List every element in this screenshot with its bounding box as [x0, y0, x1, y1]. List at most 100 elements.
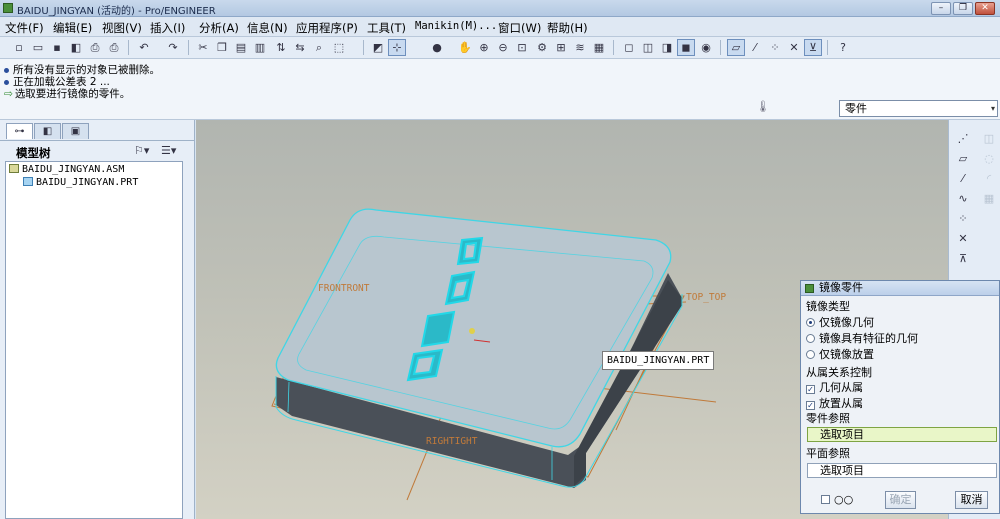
checkbox-icon[interactable]	[821, 495, 830, 504]
context-help-icon[interactable]: ?	[834, 39, 852, 56]
menu-file[interactable]: 文件(F)	[5, 20, 44, 36]
save-copy-icon[interactable]: ◧	[67, 39, 85, 56]
minimize-button[interactable]: –	[931, 2, 951, 15]
message-line: ⇨ 选取要进行镜像的零件。	[4, 88, 131, 100]
shading-icon[interactable]: ●	[428, 39, 446, 56]
copy-icon[interactable]: ❐	[213, 39, 231, 56]
model-tree-title: 模型树	[16, 146, 51, 160]
assembly-icon	[9, 164, 19, 173]
sweep-icon: ◜	[986, 171, 992, 185]
csys-icon[interactable]: ✕	[955, 230, 971, 246]
open-icon[interactable]: ▭	[29, 39, 47, 56]
menu-edit[interactable]: 编辑(E)	[53, 20, 92, 36]
selection-filter-dropdown[interactable]: 零件 ▾	[839, 100, 998, 117]
manager-icon[interactable]: ⇆	[291, 39, 309, 56]
check-placement-dependent[interactable]: ✓ 放置从属	[806, 395, 863, 411]
spin-icon[interactable]: ✋	[456, 39, 474, 56]
datum-points-icon[interactable]: ⁘	[766, 39, 784, 56]
hidden-line-icon[interactable]: ◫	[639, 39, 657, 56]
layer-tab[interactable]: ◧	[34, 123, 61, 139]
redo-icon[interactable]: ↷	[164, 39, 182, 56]
view-manager-icon[interactable]: ⚙	[533, 39, 551, 56]
dependency-control-label: 从属关系控制	[806, 366, 872, 379]
tree-node-prt[interactable]: BAIDU_JINGYAN.PRT	[23, 177, 138, 188]
datum-axis-icon[interactable]: ⁄	[955, 170, 971, 186]
plane-reference-label: 平面参照	[806, 447, 850, 460]
no-hidden-icon[interactable]: ◨	[658, 39, 676, 56]
datum-display-icon[interactable]: ⊹	[388, 39, 406, 56]
cut-icon[interactable]: ✂	[194, 39, 212, 56]
app-icon	[3, 3, 13, 13]
regenerate-icon[interactable]: ⇅	[272, 39, 290, 56]
plane-reference-collector[interactable]: 选取项目	[807, 463, 997, 478]
layers-icon[interactable]: ≋	[571, 39, 589, 56]
shaded-icon[interactable]: ◼	[677, 39, 695, 56]
radio-icon[interactable]	[806, 350, 815, 359]
datum-sphere-icon[interactable]: ◉	[697, 39, 715, 56]
spin-center-icon[interactable]: ⊻	[804, 39, 822, 56]
menu-analysis[interactable]: 分析(A)	[199, 20, 239, 36]
zoom-window-icon[interactable]: ⊡	[513, 39, 531, 56]
paste-special-icon[interactable]: ▥	[251, 39, 269, 56]
tree-node-asm[interactable]: BAIDU_JINGYAN.ASM	[9, 164, 124, 175]
model-tree[interactable]: BAIDU_JINGYAN.ASM BAIDU_JINGYAN.PRT	[5, 161, 183, 519]
tree-columns-icon[interactable]: ☰▾	[161, 144, 176, 157]
close-button[interactable]: ✕	[975, 2, 995, 15]
datum-plane-icon[interactable]: ⋰	[955, 130, 971, 146]
mirror-part-dialog: 镜像零件 镜像类型 仅镜像几何 镜像具有特征的几何 仅镜像放置 从属关系控制 ✓…	[800, 280, 1000, 514]
radio-selected-icon[interactable]	[806, 318, 815, 327]
part-reference-collector[interactable]: 选取项目	[807, 427, 997, 442]
saved-views-icon[interactable]: ⊞	[552, 39, 570, 56]
chevron-down-icon: ▾	[990, 104, 995, 113]
menu-window[interactable]: 窗口(W)	[498, 20, 541, 36]
zoom-out-icon[interactable]: ⊖	[494, 39, 512, 56]
option-mirror-with-features[interactable]: 镜像具有特征的几何	[806, 330, 918, 346]
undo-icon[interactable]: ↶	[135, 39, 153, 56]
datum-axes-icon[interactable]: ⁄	[746, 39, 764, 56]
sketch-curve-icon[interactable]: ∿	[955, 190, 971, 206]
window-title: BAIDU_JINGYAN (活动的) - Pro/ENGINEER	[17, 6, 216, 17]
refit-icon[interactable]: ◩	[369, 39, 387, 56]
model-tree-header: 模型树 ⚐▾ ☰▾	[0, 140, 194, 162]
option-mirror-placement-only[interactable]: 仅镜像放置	[806, 346, 874, 362]
menu-info[interactable]: 信息(N)	[247, 20, 288, 36]
menu-help[interactable]: 帮助(H)	[547, 20, 588, 36]
zoom-in-icon[interactable]: ⊕	[475, 39, 493, 56]
appearance-icon[interactable]: ▦	[590, 39, 608, 56]
checkbox-checked-icon[interactable]: ✓	[806, 385, 815, 394]
menu-insert[interactable]: 插入(I)	[150, 20, 185, 36]
paste-icon[interactable]: ▤	[232, 39, 250, 56]
analysis-icon[interactable]: ⊼	[955, 250, 971, 266]
coordinate-systems-icon[interactable]: ✕	[785, 39, 803, 56]
menu-tools[interactable]: 工具(T)	[367, 20, 406, 36]
hover-callout: BAIDU_JINGYAN.PRT	[602, 351, 715, 370]
menu-manikin[interactable]: Manikin(M)...	[415, 20, 497, 32]
panel-splitter[interactable]	[188, 320, 194, 519]
preview-toggle[interactable]: ○○	[821, 493, 853, 506]
tree-settings-icon[interactable]: ⚐▾	[134, 144, 149, 157]
datum-planes-icon[interactable]: ▱	[727, 39, 745, 56]
maximize-button[interactable]: ❐	[953, 2, 973, 15]
print-alt-icon[interactable]: ⎙	[105, 39, 123, 56]
option-mirror-geometry-only[interactable]: 仅镜像几何	[806, 314, 874, 330]
print-icon[interactable]: ⎙	[86, 39, 104, 56]
menu-applications[interactable]: 应用程序(P)	[296, 20, 358, 36]
part-icon	[23, 177, 33, 186]
dialog-icon	[805, 284, 814, 293]
save-icon[interactable]: ▪	[48, 39, 66, 56]
ok-button[interactable]: 确定	[885, 491, 916, 509]
select-box-icon[interactable]: ⬚	[330, 39, 348, 56]
dialog-title-bar: 镜像零件	[801, 281, 999, 296]
new-icon[interactable]: ▫	[10, 39, 28, 56]
find-icon[interactable]: ⌕	[310, 39, 328, 56]
folder-tab[interactable]: ▣	[62, 123, 89, 139]
cancel-button[interactable]: 取消	[955, 491, 988, 509]
wireframe-icon[interactable]: ◻	[620, 39, 638, 56]
parallelogram-icon[interactable]: ▱	[955, 150, 971, 166]
radio-icon[interactable]	[806, 334, 815, 343]
check-geometry-dependent[interactable]: ✓ 几何从属	[806, 379, 863, 395]
datum-point-icon[interactable]: ⁘	[955, 210, 971, 226]
model-tree-tab[interactable]: ⊶	[6, 123, 33, 139]
checkbox-checked-icon[interactable]: ✓	[806, 401, 815, 410]
menu-view[interactable]: 视图(V)	[102, 20, 142, 36]
